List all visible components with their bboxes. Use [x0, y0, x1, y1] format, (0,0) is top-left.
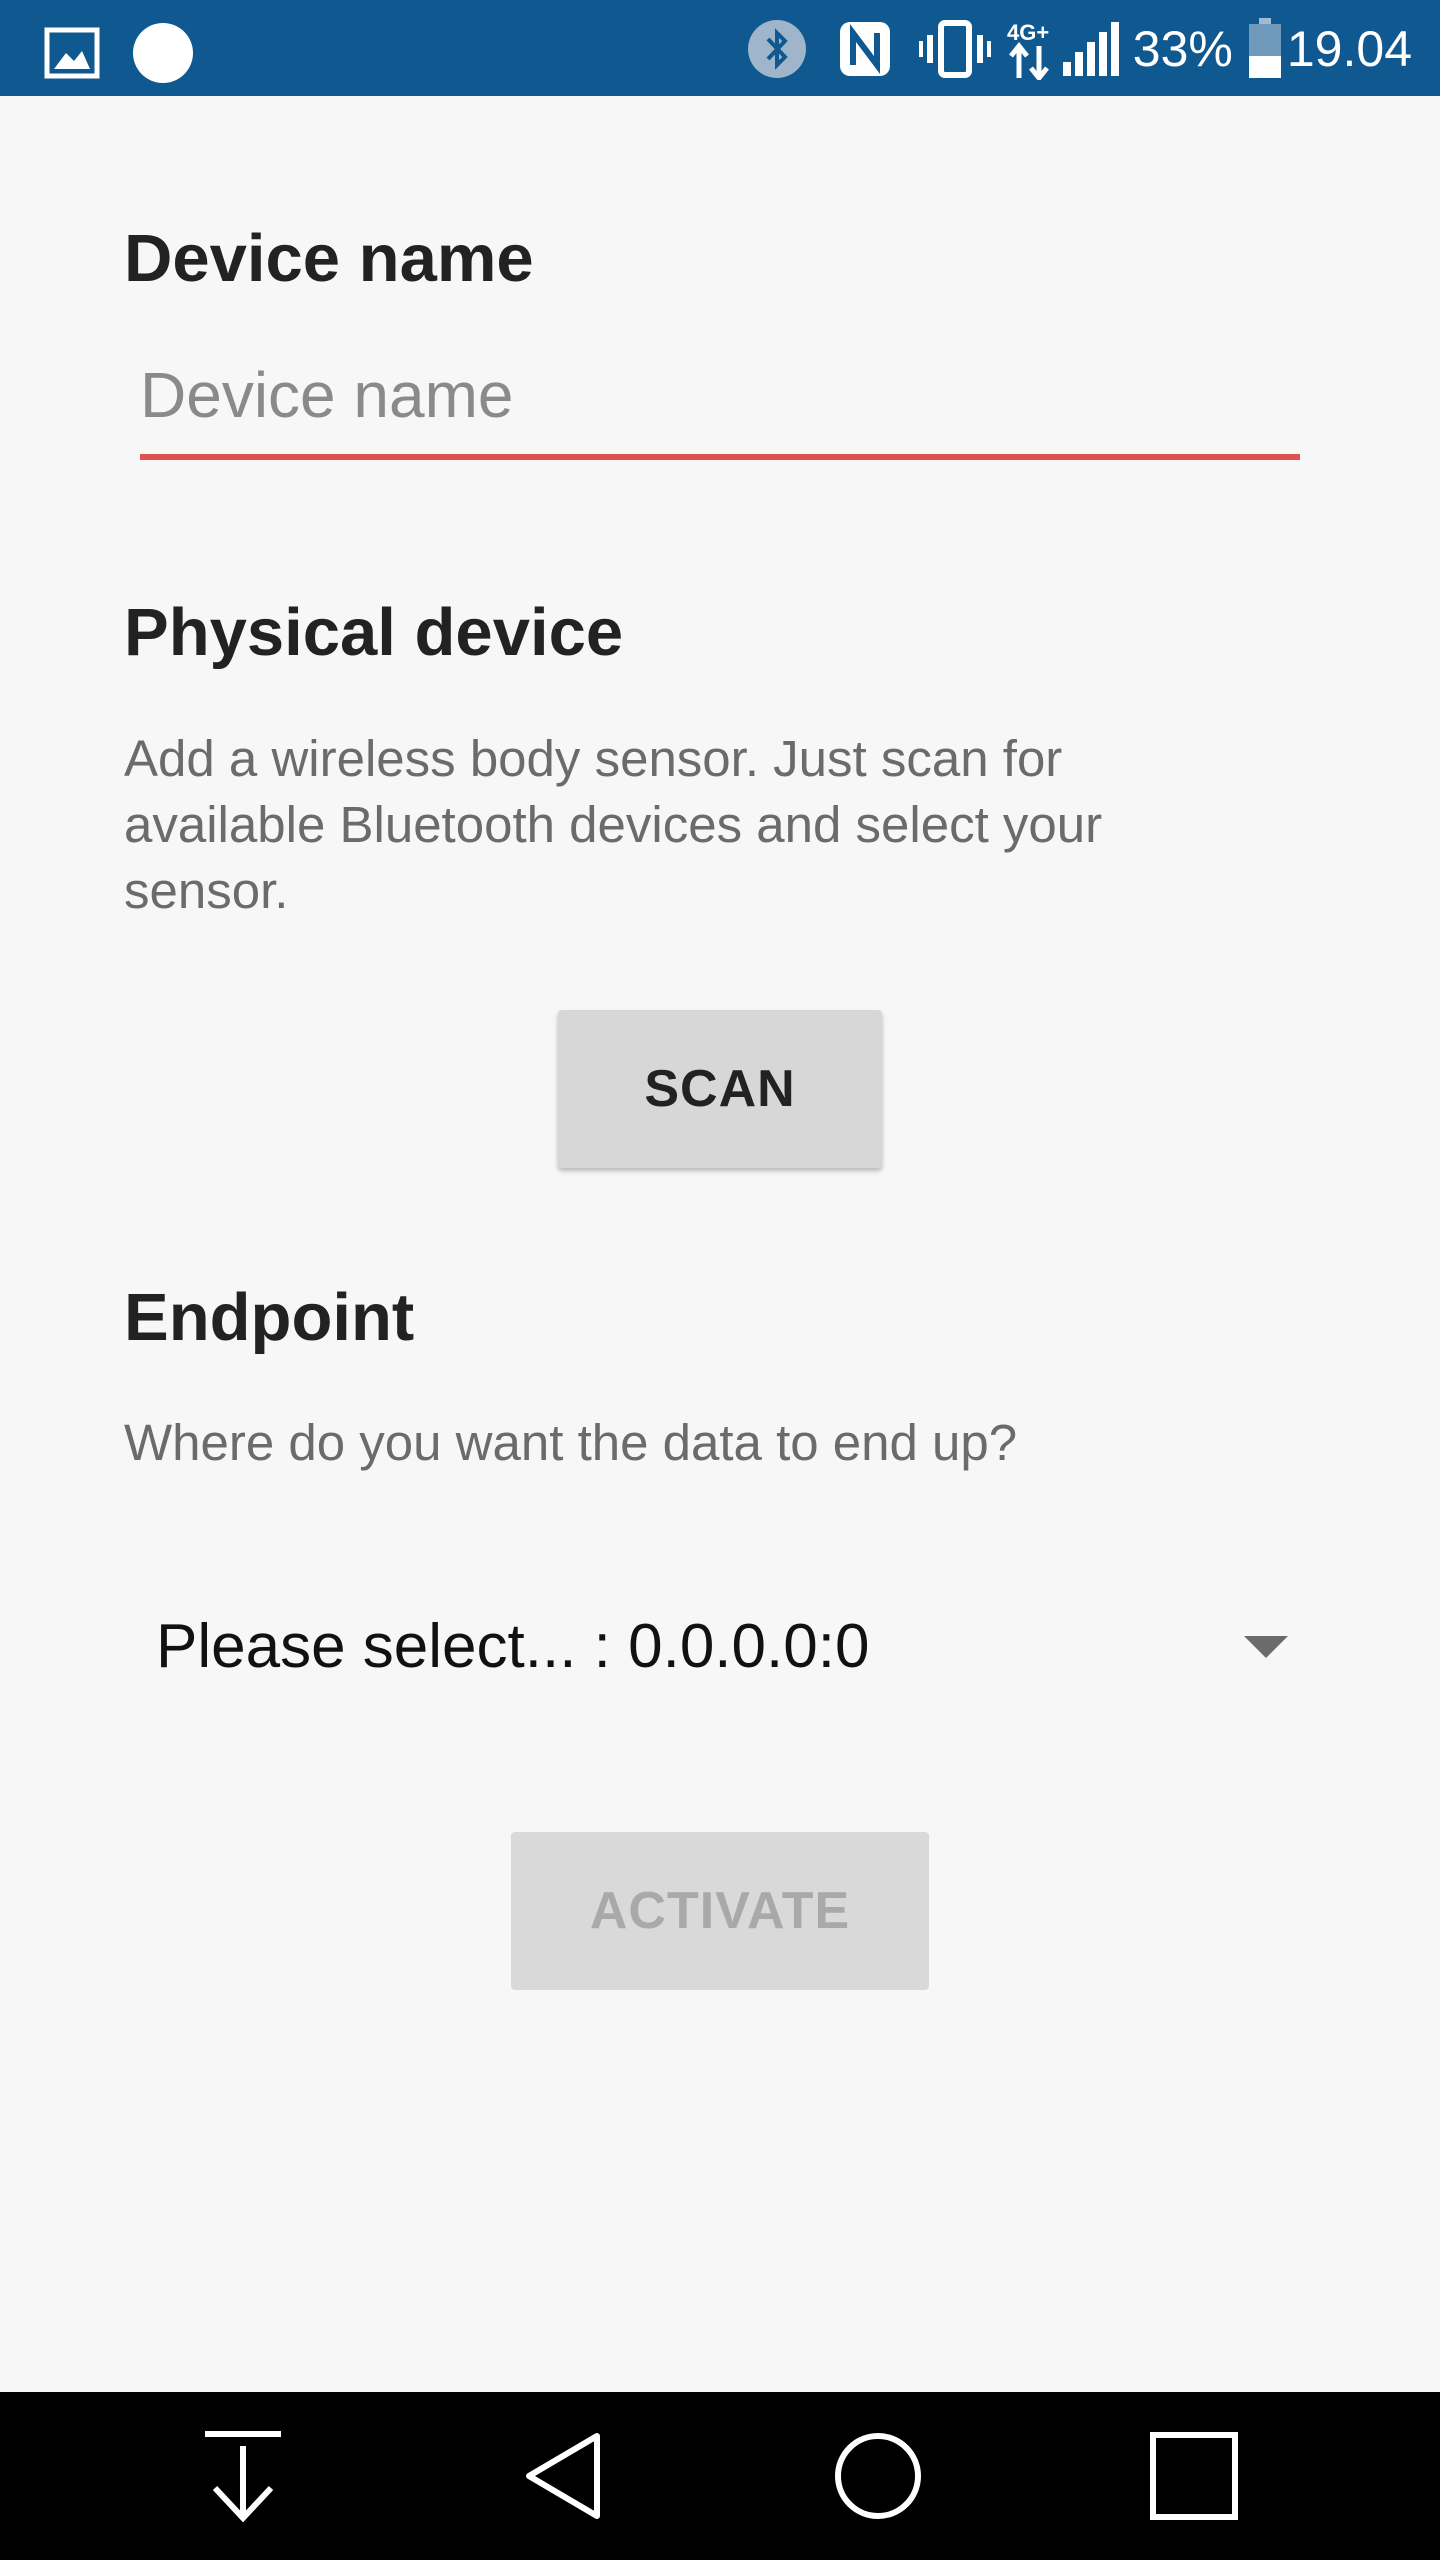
scan-button[interactable]: SCAN — [558, 1010, 882, 1168]
endpoint-title: Endpoint — [124, 1280, 415, 1355]
device-form: Device name Physical device Add a wirele… — [0, 96, 1440, 2392]
physical-device-description: Add a wireless body sensor. Just scan fo… — [124, 730, 1103, 919]
home-icon[interactable] — [828, 2426, 928, 2526]
pull-down-icon[interactable] — [193, 2426, 293, 2526]
battery-percent: 33% — [1132, 21, 1233, 77]
recents-icon[interactable] — [1144, 2426, 1244, 2526]
physical-device-title: Physical device — [124, 595, 624, 670]
status-bar: 4G+ 33% 19.04 — [0, 0, 1440, 96]
4g-data-icon: 4G+ — [1005, 18, 1053, 80]
dropdown-arrow-icon — [1244, 1636, 1288, 1658]
circle-notification-icon — [132, 22, 194, 84]
signal-icon — [1061, 20, 1119, 78]
back-icon[interactable] — [513, 2426, 613, 2526]
svg-text:4G+: 4G+ — [1007, 20, 1049, 45]
endpoint-select[interactable]: Please select... : 0.0.0.0:0 — [124, 1586, 1324, 1706]
device-name-title: Device name — [124, 221, 534, 296]
gallery-icon — [44, 27, 100, 79]
clock: 19.04 — [1286, 21, 1412, 77]
nfc-icon — [837, 19, 893, 79]
bluetooth-icon — [747, 19, 807, 79]
activate-button[interactable]: ACTIVATE — [511, 1832, 929, 1990]
device-name-input[interactable] — [140, 348, 1300, 460]
vibrate-icon — [918, 19, 991, 79]
endpoint-description: Where do you want the data to end up? — [124, 1414, 1018, 1471]
endpoint-selected-value: Please select... : 0.0.0.0:0 — [156, 1611, 870, 1681]
battery-icon — [1247, 18, 1283, 80]
navigation-bar — [0, 2392, 1440, 2560]
